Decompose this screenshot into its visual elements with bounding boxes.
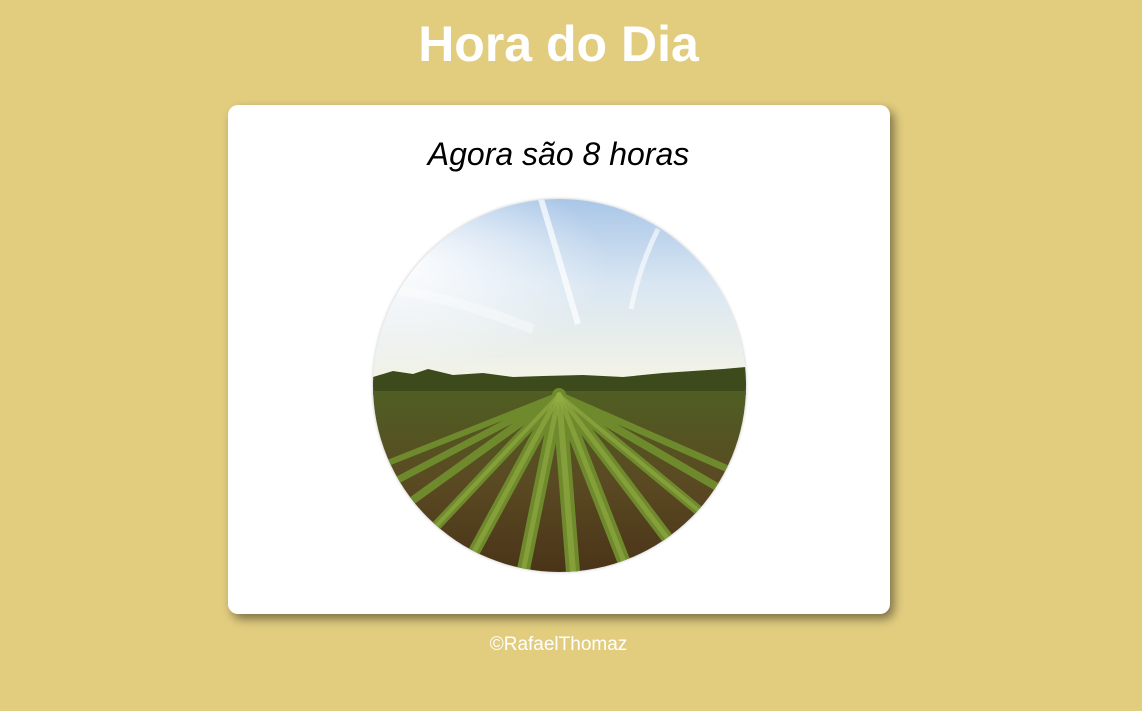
page-title: Hora do Dia [418,16,699,72]
time-of-day-image [373,199,746,572]
time-message: Agora são 8 horas [427,136,690,172]
footer-copyright: ©RafaelThomaz [489,634,628,655]
field-morning-icon [373,199,746,572]
